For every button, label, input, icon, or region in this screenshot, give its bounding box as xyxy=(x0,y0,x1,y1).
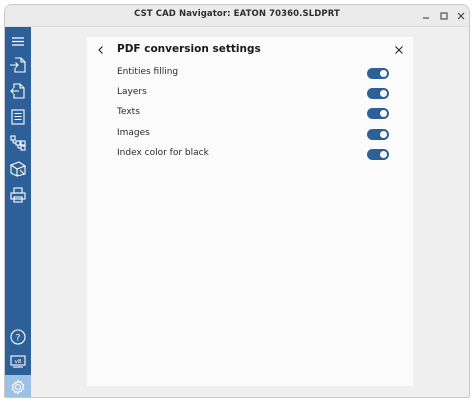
texts-toggle[interactable] xyxy=(367,108,389,119)
setting-row-index-color: Index color for black xyxy=(117,147,389,163)
setting-label: Index color for black xyxy=(117,148,209,158)
svg-text:?: ? xyxy=(16,334,21,344)
index-color-for-black-toggle[interactable] xyxy=(367,149,389,160)
panel-close-icon[interactable] xyxy=(393,44,405,56)
setting-row-images: Images xyxy=(117,127,389,143)
toggle-knob xyxy=(380,131,387,138)
setting-label: Texts xyxy=(117,107,140,117)
sidebar: ? v8 xyxy=(5,27,31,397)
images-toggle[interactable] xyxy=(367,129,389,140)
setting-row-layers: Layers xyxy=(117,86,389,102)
toggle-knob xyxy=(380,110,387,117)
document-properties-icon[interactable] xyxy=(5,105,31,129)
help-icon[interactable]: ? xyxy=(5,325,31,349)
toggle-knob xyxy=(380,151,387,158)
panel-title: PDF conversion settings xyxy=(117,43,261,55)
menu-icon[interactable] xyxy=(5,29,31,53)
entities-filling-toggle[interactable] xyxy=(367,68,389,79)
setting-row-texts: Texts xyxy=(117,106,389,122)
setting-label: Entities filling xyxy=(117,67,179,77)
open-file-icon[interactable] xyxy=(5,53,31,77)
panel-header: PDF conversion settings xyxy=(87,37,413,63)
maximize-icon[interactable] xyxy=(438,10,450,22)
minimize-icon[interactable] xyxy=(420,10,432,22)
settings-icon[interactable] xyxy=(5,375,31,397)
back-arrow-icon[interactable] xyxy=(95,44,107,56)
toggle-knob xyxy=(380,90,387,97)
convert-icon[interactable] xyxy=(5,157,31,181)
setting-row-entities-filling: Entities filling xyxy=(117,66,389,82)
setting-label: Layers xyxy=(117,87,147,97)
export-file-icon[interactable] xyxy=(5,79,31,103)
setting-label: Images xyxy=(117,128,150,138)
version-info-icon[interactable]: v8 xyxy=(5,349,31,373)
close-icon[interactable] xyxy=(455,10,467,22)
window-title: CST CAD Navigator: EATON 70360.SLDPRT xyxy=(134,9,340,19)
layers-toggle[interactable] xyxy=(367,88,389,99)
print-icon[interactable] xyxy=(5,183,31,207)
structure-tree-icon[interactable] xyxy=(5,131,31,155)
svg-text:v8: v8 xyxy=(15,359,22,365)
app-window: CST CAD Navigator: EATON 70360.SLDPRT ? … xyxy=(4,4,470,398)
content-area: PDF conversion settings Entities filling… xyxy=(31,27,469,397)
title-bar[interactable]: CST CAD Navigator: EATON 70360.SLDPRT xyxy=(5,5,469,27)
toggle-knob xyxy=(380,70,387,77)
pdf-settings-panel: PDF conversion settings Entities filling… xyxy=(87,37,413,386)
